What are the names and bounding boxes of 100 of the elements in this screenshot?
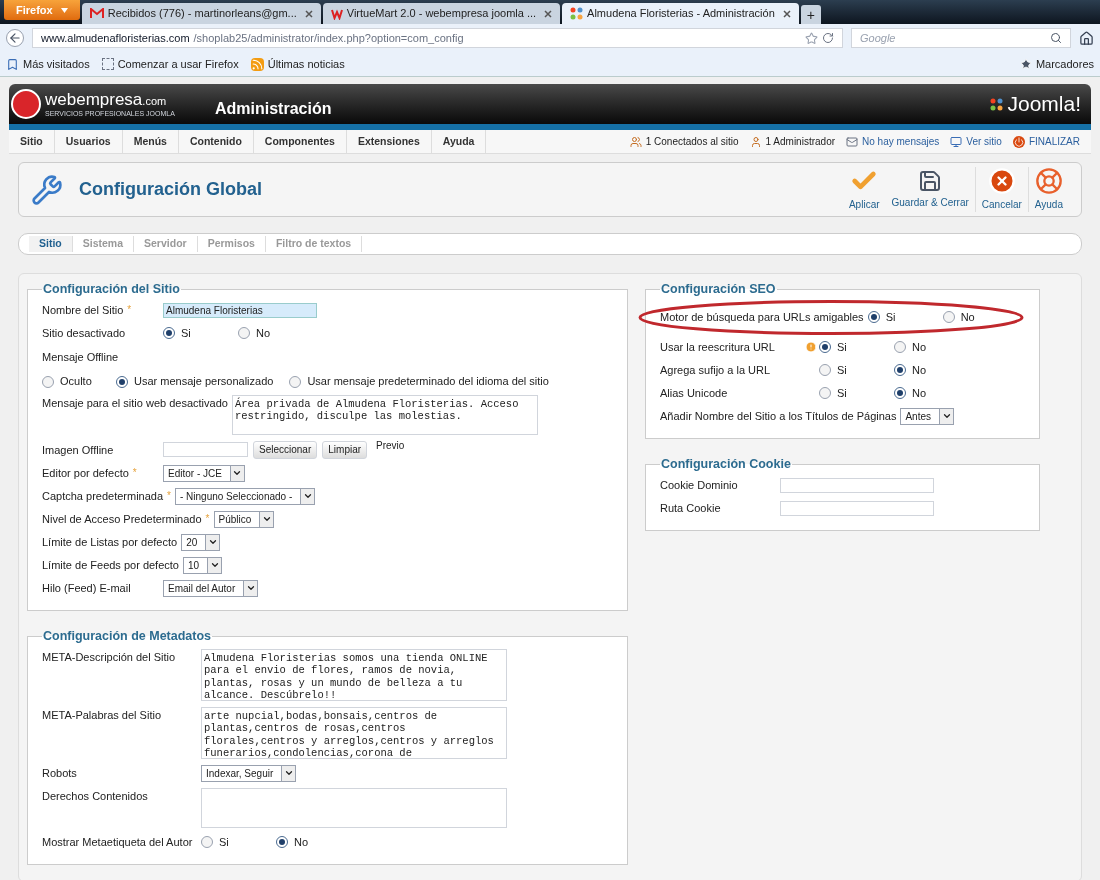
- close-icon[interactable]: [544, 9, 553, 18]
- header-title: Administración: [215, 99, 332, 119]
- field-label: Editor por defecto: [42, 466, 129, 481]
- required-marker: *: [132, 466, 137, 480]
- home-icon[interactable]: [1079, 30, 1094, 46]
- field-label: Nombre del Sitio: [42, 303, 124, 318]
- power-icon: [1012, 135, 1025, 148]
- reload-icon[interactable]: [822, 32, 834, 44]
- back-icon[interactable]: [6, 29, 24, 47]
- cancel-icon: [987, 167, 1016, 195]
- field-label: Robots: [42, 765, 77, 781]
- radio-label: No: [912, 340, 927, 355]
- action-button[interactable]: Limpiar: [322, 440, 368, 459]
- menu-item[interactable]: Componentes: [253, 130, 347, 153]
- select-field[interactable]: Indexar, Seguir: [201, 764, 297, 782]
- menu-item[interactable]: Contenido: [178, 130, 254, 153]
- radio-button[interactable]: [894, 341, 906, 354]
- browser-tab[interactable]: Almudena Floristerias - Administración: [562, 3, 799, 24]
- page-title: Configuración Global: [79, 178, 262, 201]
- bookmark-link[interactable]: Comenzar a usar Firefox: [101, 55, 239, 73]
- field-label: Añadir Nombre del Sitio a los Títulos de Páginas: [660, 409, 897, 424]
- radio-label: Usar mensaje predeterminado del idioma del sitio: [307, 374, 549, 390]
- field-label: Usar la reescritura URL: [660, 340, 775, 355]
- text-field[interactable]: [780, 500, 934, 516]
- required-marker: *: [205, 512, 210, 526]
- radio-button[interactable]: [276, 836, 288, 848]
- menu-item[interactable]: Sitio: [9, 130, 55, 153]
- action-button[interactable]: Seleccionar: [253, 440, 318, 459]
- radio-button[interactable]: [819, 341, 831, 354]
- select-field[interactable]: Público: [213, 510, 275, 528]
- text-area[interactable]: Almudena Floristerias somos una tienda ONLINE para el envio de flores, ramos de novia, plantas, rosas y un mundo de belleza a tu alcance. Descúbrelo!!: [201, 648, 507, 701]
- logo-icon: [330, 7, 343, 20]
- radio-button[interactable]: [163, 327, 175, 340]
- star-icon[interactable]: [805, 31, 818, 45]
- select-field[interactable]: Editor - JCE: [163, 464, 245, 482]
- radio-button[interactable]: [894, 364, 906, 377]
- status-link[interactable]: 1 Administrador: [749, 134, 836, 149]
- toolbar-button[interactable]: Ayuda: [1027, 167, 1069, 212]
- radio-button[interactable]: [289, 375, 302, 388]
- new-tab-button[interactable]: +: [800, 5, 821, 24]
- status-link[interactable]: No hay mensajes: [846, 134, 940, 149]
- text-field[interactable]: Almudena Floristerias: [163, 302, 317, 318]
- text-area[interactable]: arte nupcial,bodas,bonsais,centros de plantas,centros de rosas,centros florales,centros y arreglos,centros y arreglos funerarios,condolencias,corona de: [201, 706, 507, 759]
- radio-button[interactable]: [894, 387, 906, 400]
- radio-button[interactable]: [238, 327, 250, 340]
- radio-button[interactable]: [867, 311, 880, 324]
- field-label: Derechos Contenidos: [42, 788, 148, 804]
- menu-item[interactable]: Usuarios: [54, 130, 123, 153]
- field-label: Hilo (Feed) E-mail: [42, 581, 131, 596]
- field-label: Alias Unicode: [660, 386, 728, 401]
- radio-label: Si: [181, 326, 191, 341]
- radio-label: Si: [837, 340, 847, 355]
- radio-label: Si: [885, 310, 896, 325]
- status-link[interactable]: Ver sitio: [950, 134, 1002, 149]
- logo-icon: [570, 7, 584, 20]
- select-field[interactable]: 20: [181, 533, 221, 551]
- monitor-icon: [950, 135, 963, 148]
- bookmark-link[interactable]: Más visitados: [6, 55, 90, 73]
- toolbar-button[interactable]: Cancelar: [974, 167, 1028, 212]
- select-field[interactable]: - Ninguno Seleccionado -: [175, 487, 316, 505]
- product-name: Joomla!: [1007, 91, 1081, 118]
- text-area[interactable]: Área privada de Almudena Floristerias. Acceso restringido, disculpe las molestias.: [231, 394, 538, 435]
- select-field[interactable]: 10: [182, 556, 223, 574]
- browser-tab[interactable]: VirtueMart 2.0 - webempresa joomla ...: [322, 3, 561, 24]
- close-icon[interactable]: [782, 9, 791, 18]
- text-field[interactable]: [780, 477, 934, 493]
- field-label: Límite de Feeds por defecto: [42, 558, 179, 573]
- radio-label: No: [912, 363, 927, 378]
- status-link[interactable]: FINALIZAR: [1012, 134, 1080, 149]
- text-field[interactable]: [163, 442, 248, 458]
- field-label: Agrega sufijo a la URL: [660, 363, 771, 378]
- status-link[interactable]: 1 Conectados al sitio: [629, 134, 739, 149]
- radio-button[interactable]: [201, 836, 213, 848]
- menu-item[interactable]: Extensiones: [346, 130, 432, 153]
- menu-item[interactable]: Ayuda: [431, 130, 487, 153]
- radio-button[interactable]: [116, 375, 128, 388]
- search-icon[interactable]: [1050, 32, 1062, 44]
- field-label: Captcha predeterminada: [42, 489, 164, 504]
- radio-button[interactable]: [42, 375, 54, 388]
- close-icon[interactable]: [304, 9, 313, 18]
- bookmarks-menu[interactable]: Marcadores: [1019, 55, 1094, 73]
- radio-button[interactable]: [819, 387, 831, 400]
- browser-tab[interactable]: Recibidos (776) - martinorleans@gm...: [81, 3, 321, 24]
- url-field[interactable]: www.almudenafloristerias.com /shoplab25/administrator/index.php?option=com_config: [32, 28, 843, 48]
- menu-item[interactable]: Menús: [122, 130, 179, 153]
- toolbar-button[interactable]: Guardar & Cerrar: [885, 169, 975, 210]
- field-label: Mostrar Metaetiqueta del Autor: [42, 834, 193, 850]
- section-tab[interactable]: Sitio: [29, 236, 73, 252]
- section-title: Configuración del Sitio: [42, 281, 181, 298]
- radio-button[interactable]: [819, 364, 831, 377]
- toolbar-button[interactable]: Aplicar: [842, 167, 886, 212]
- bookmark-icon: [6, 57, 19, 71]
- field-label: META-Palabras del Sitio: [42, 707, 161, 723]
- radio-label: Usar mensaje personalizado: [134, 374, 274, 390]
- select-field[interactable]: Antes: [900, 407, 954, 425]
- page-icon: [101, 58, 114, 70]
- bookmark-link[interactable]: Últimas noticias: [250, 55, 345, 73]
- radio-button[interactable]: [942, 311, 955, 324]
- rss-icon: [250, 57, 264, 71]
- select-field[interactable]: Email del Autor: [163, 579, 259, 597]
